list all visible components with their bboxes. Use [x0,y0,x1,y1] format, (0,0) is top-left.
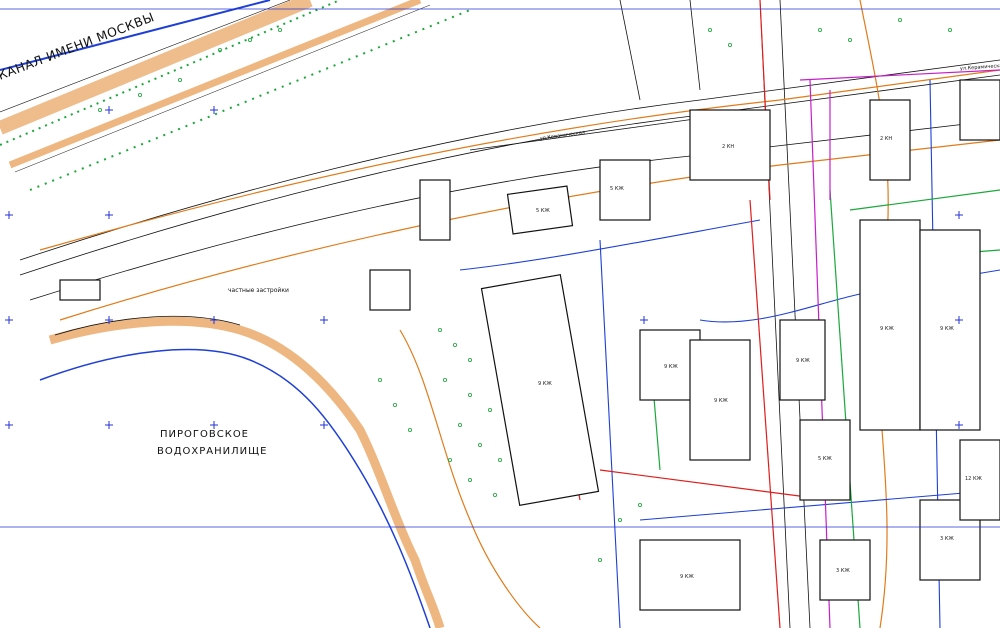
building-label: 9 КЖ [940,326,954,332]
building-label: 3 КЖ [836,568,850,574]
reservoir-label-line1: ПИРОГОВСКОЕ [160,429,249,440]
building-label: 2 КН [722,144,734,150]
building-label: 9 КЖ [796,358,810,364]
building-label: 2 КН [880,136,892,142]
building-label: 9 КЖ [880,326,894,332]
building-label: 9 КЖ [714,398,728,404]
building-label: 5 КЖ [818,456,832,462]
building-label: 5 КЖ [536,208,550,214]
building-label: 9 КЖ [538,381,552,387]
reservoir-label-line2: ВОДОХРАНИЛИЩЕ [157,446,267,457]
building-label: 3 КЖ [940,536,954,542]
building-label: 5 КЖ [610,186,624,192]
building-label: 12 КЖ [965,476,983,482]
topographic-map: 2 КН 5 КЖ 9 КЖ 9 КЖ 9 КЖ 9 КЖ 9 КЖ 5 КЖ … [0,0,1000,628]
private-houses-label: частные застройки [228,287,289,294]
building-label: 9 КЖ [680,574,694,580]
building-label: 9 КЖ [664,364,678,370]
